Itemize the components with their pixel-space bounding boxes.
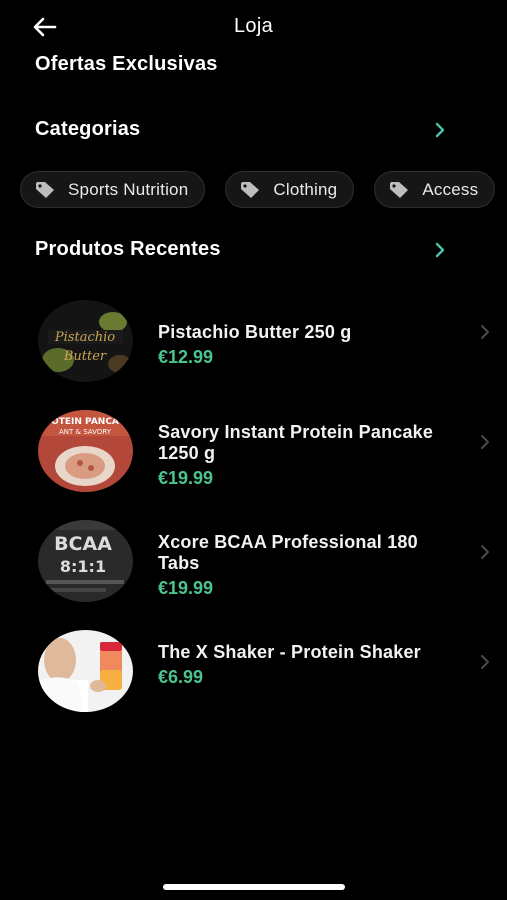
product-info: Savory Instant Protein Pancake 1250 g €1… [158,422,458,490]
categories-section-title: Categorias [35,118,141,140]
product-row[interactable]: OTEIN PANCA ANT & SAVORY Savory Instant … [0,410,507,494]
category-label: Clothing [273,179,338,199]
recent-products-see-all-button[interactable] [430,240,450,260]
product-thumbnail: OTEIN PANCA ANT & SAVORY [38,410,133,492]
product-row[interactable]: The X Shaker - Protein Shaker €6.99 [0,630,507,714]
product-name: The X Shaker - Protein Shaker [158,642,421,662]
product-thumbnail: Pistachio Butter [38,300,133,382]
product-thumbnail: BCAA 8:1:1 [38,520,133,602]
chevron-right-icon [481,655,489,669]
svg-text:8:1:1: 8:1:1 [60,557,106,576]
page-title: Loja [233,15,273,37]
category-chip-sports-nutrition[interactable]: Sports Nutrition [20,171,206,208]
tag-icon [388,181,410,199]
offers-section-title[interactable]: Ofertas Exclusivas [35,53,218,76]
tag-icon [34,181,56,199]
categories-see-all-button[interactable] [430,120,450,140]
chevron-right-icon [481,545,489,559]
category-chip-accessories[interactable]: Access [374,171,496,208]
product-price: €19.99 [158,578,214,598]
chevron-right-icon [435,242,445,258]
category-label: Sports Nutrition [68,179,189,199]
category-label: Access [422,179,479,199]
svg-text:Pistachio: Pistachio [54,330,115,345]
product-price: €12.99 [158,347,214,367]
product-name: Pistachio Butter 250 g [158,322,352,342]
product-info: Xcore BCAA Professional 180 Tabs €19.99 [158,532,458,600]
svg-text:OTEIN PANCA: OTEIN PANCA [51,417,119,427]
product-price: €6.99 [158,667,204,687]
category-chip-clothing[interactable]: Clothing [225,171,355,208]
chevron-right-icon [481,325,489,339]
product-row[interactable]: BCAA 8:1:1 Xcore BCAA Professional 180 T… [0,520,507,604]
home-indicator[interactable] [163,884,345,890]
recent-products-section-title: Produtos Recentes [35,238,221,260]
categories-list: Sports Nutrition Clothing Access [20,171,496,208]
svg-text:Butter: Butter [63,349,107,364]
product-name: Xcore BCAA Professional 180 Tabs [158,532,418,573]
product-name: Savory Instant Protein Pancake 1250 g [158,422,434,463]
svg-text:ANT & SAVORY: ANT & SAVORY [59,428,112,436]
svg-text:BCAA: BCAA [54,533,112,555]
chevron-right-icon [435,122,445,138]
product-thumbnail [38,630,133,712]
product-info: The X Shaker - Protein Shaker €6.99 [158,642,458,689]
top-bar: Loja [0,0,507,54]
product-info: Pistachio Butter 250 g €12.99 [158,322,458,369]
product-price: €19.99 [158,468,214,488]
chevron-right-icon [481,435,489,449]
tag-icon [239,181,261,199]
product-row[interactable]: Pistachio Butter Pistachio Butter 250 g … [0,300,507,384]
